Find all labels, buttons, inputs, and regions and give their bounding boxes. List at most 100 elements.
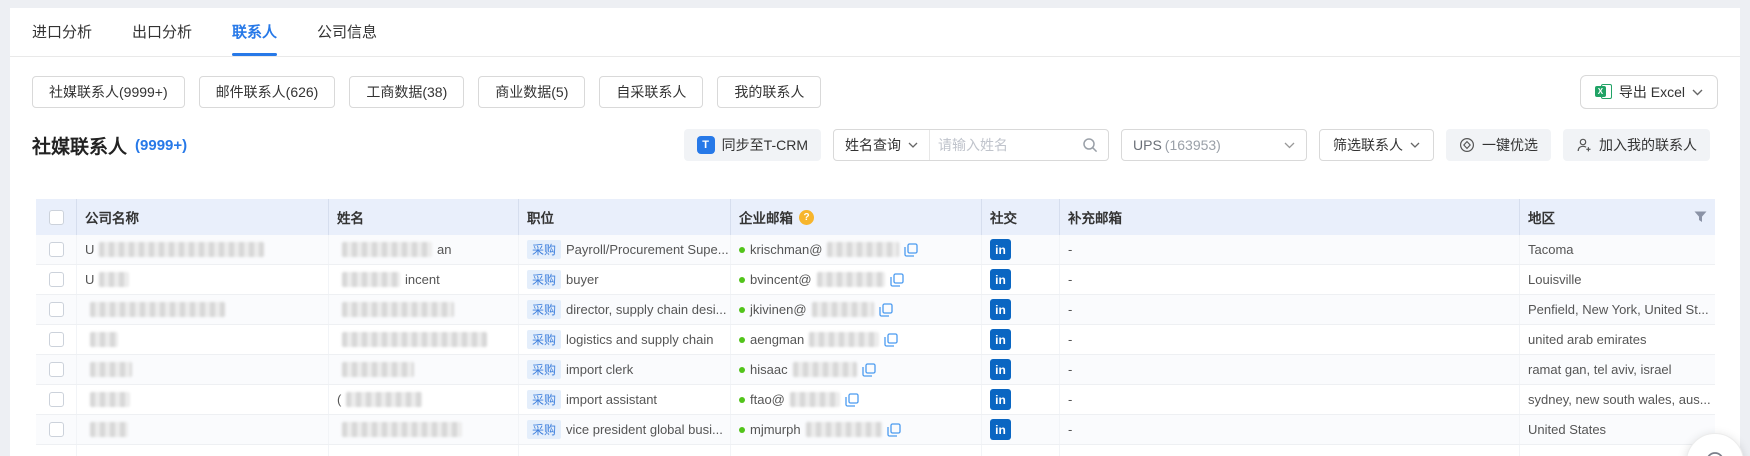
main-card: 进口分析 出口分析 联系人 公司信息 社媒联系人(9999+) 邮件联系人(62…: [10, 8, 1740, 456]
table-row: U an 采购Payroll/Procurement Supe... krisc…: [36, 235, 1715, 265]
cell-supplement-email: -: [1060, 415, 1520, 444]
sync-to-tcrm-button[interactable]: T 同步至T-CRM: [684, 129, 821, 161]
tab-bar: 进口分析 出口分析 联系人 公司信息: [10, 8, 1740, 57]
name-search-input[interactable]: [930, 137, 1082, 153]
copy-icon[interactable]: [845, 393, 859, 407]
table-row: 采购import clerk hisaac in - ramat gan, te…: [36, 355, 1715, 385]
linkedin-icon[interactable]: in: [990, 359, 1011, 380]
procurement-tag: 采购: [527, 240, 561, 259]
cell-email: ftao@: [731, 385, 982, 414]
cell-supplement-email: -: [1060, 265, 1520, 294]
redacted-text: [90, 392, 130, 407]
cell-email: mjmurph: [731, 415, 982, 444]
copy-icon[interactable]: [904, 243, 918, 257]
search-icon[interactable]: [1082, 137, 1098, 153]
cell-social: in: [982, 325, 1060, 354]
tab-export-analysis[interactable]: 出口分析: [132, 8, 192, 56]
cell-region: United States: [1520, 415, 1715, 444]
chip-self-collected-contacts[interactable]: 自采联系人: [599, 76, 703, 108]
toolbar: T 同步至T-CRM 姓名查询 UPS (163953) 筛选联系人: [684, 129, 1710, 161]
redacted-text: [812, 302, 874, 317]
company-select-value: UPS: [1133, 137, 1162, 153]
export-excel-label: 导出 Excel: [1619, 82, 1685, 102]
cell-position: 采购Payroll/Procurement Supe...: [519, 235, 731, 264]
linkedin-icon[interactable]: in: [990, 299, 1011, 320]
row-checkbox[interactable]: [49, 362, 64, 377]
copy-icon[interactable]: [887, 423, 901, 437]
cell-name: (: [329, 385, 519, 414]
cell-position: 采购buyer: [519, 265, 731, 294]
row-checkbox[interactable]: [49, 392, 64, 407]
headset-icon: [1702, 449, 1728, 456]
section-header: 社媒联系人 (9999+) T 同步至T-CRM 姓名查询 UPS (16395…: [32, 129, 1710, 161]
table-row: ( 采购import assistant ftao@ in - sydney, …: [36, 385, 1715, 415]
cell-social: in: [982, 415, 1060, 444]
redacted-text: [90, 422, 128, 437]
cell-region: Tacoma: [1520, 235, 1715, 264]
chevron-down-icon: [1284, 142, 1295, 149]
procurement-tag: 采购: [527, 390, 561, 409]
redacted-text: [342, 242, 432, 257]
linkedin-icon[interactable]: in: [990, 419, 1011, 440]
chip-my-contacts[interactable]: 我的联系人: [717, 76, 821, 108]
column-header-company: 公司名称: [77, 199, 329, 235]
row-checkbox[interactable]: [49, 302, 64, 317]
tab-import-analysis[interactable]: 进口分析: [32, 8, 92, 56]
cell-company: [77, 325, 329, 354]
copy-icon[interactable]: [879, 303, 893, 317]
cell-company: [77, 385, 329, 414]
cell-supplement-email: -: [1060, 385, 1520, 414]
redacted-text: [99, 272, 129, 287]
cell-position: 采购vice president global busi...: [519, 415, 731, 444]
add-to-my-contacts-button[interactable]: 加入我的联系人: [1563, 129, 1710, 161]
cell-email: krischman@: [731, 235, 982, 264]
redacted-text: [99, 242, 264, 257]
column-header-region: 地区: [1520, 199, 1715, 235]
filter-contacts-button[interactable]: 筛选联系人: [1319, 129, 1434, 161]
cell-position: 采购logistics and supply chain: [519, 325, 731, 354]
cell-social: in: [982, 295, 1060, 324]
section-title: 社媒联系人: [32, 132, 127, 159]
row-checkbox[interactable]: [49, 332, 64, 347]
badge-icon: [1459, 137, 1475, 153]
name-search-box: 姓名查询: [833, 129, 1109, 161]
tab-company-info[interactable]: 公司信息: [317, 8, 377, 56]
row-checkbox[interactable]: [49, 272, 64, 287]
redacted-text: [817, 272, 885, 287]
sync-to-tcrm-label: 同步至T-CRM: [722, 135, 808, 155]
one-click-optimize-button[interactable]: 一键优选: [1446, 129, 1551, 161]
help-icon[interactable]: ?: [799, 210, 814, 225]
verified-dot-icon: [739, 337, 745, 343]
linkedin-icon[interactable]: in: [990, 269, 1011, 290]
cell-name: incent: [329, 265, 519, 294]
export-excel-button[interactable]: X 导出 Excel: [1580, 75, 1718, 109]
copy-icon[interactable]: [890, 273, 904, 287]
cell-region: united arab emirates: [1520, 325, 1715, 354]
chip-commercial-data[interactable]: 商业数据(5): [478, 76, 585, 108]
chip-business-registry-data[interactable]: 工商数据(38): [349, 76, 464, 108]
copy-icon[interactable]: [862, 363, 876, 377]
linkedin-icon[interactable]: in: [990, 389, 1011, 410]
filter-funnel-icon[interactable]: [1694, 211, 1707, 223]
table-row: 采购director, supply chain desi... jkivine…: [36, 295, 1715, 325]
company-select[interactable]: UPS (163953): [1121, 129, 1307, 161]
chip-email-contacts[interactable]: 邮件联系人(626): [199, 76, 336, 108]
contacts-table: 公司名称 姓名 职位 企业邮箱 ? 社交 补充邮箱 地区 U an 采购Payr…: [36, 199, 1715, 456]
column-header-social: 社交: [982, 199, 1060, 235]
redacted-text: [827, 242, 899, 257]
cell-email: bvincent@: [731, 265, 982, 294]
name-query-select[interactable]: 姓名查询: [834, 130, 930, 160]
verified-dot-icon: [739, 397, 745, 403]
table-row: 采购vice president global busi... mjmurph …: [36, 415, 1715, 445]
copy-icon[interactable]: [884, 333, 898, 347]
cell-position: 采购import assistant: [519, 385, 731, 414]
row-checkbox[interactable]: [49, 242, 64, 257]
chip-social-contacts[interactable]: 社媒联系人(9999+): [32, 76, 185, 108]
row-checkbox[interactable]: [49, 422, 64, 437]
linkedin-icon[interactable]: in: [990, 239, 1011, 260]
redacted-text: [90, 362, 132, 377]
add-to-my-contacts-label: 加入我的联系人: [1599, 135, 1697, 155]
select-all-checkbox[interactable]: [49, 210, 64, 225]
linkedin-icon[interactable]: in: [990, 329, 1011, 350]
tab-contacts[interactable]: 联系人: [232, 8, 277, 56]
